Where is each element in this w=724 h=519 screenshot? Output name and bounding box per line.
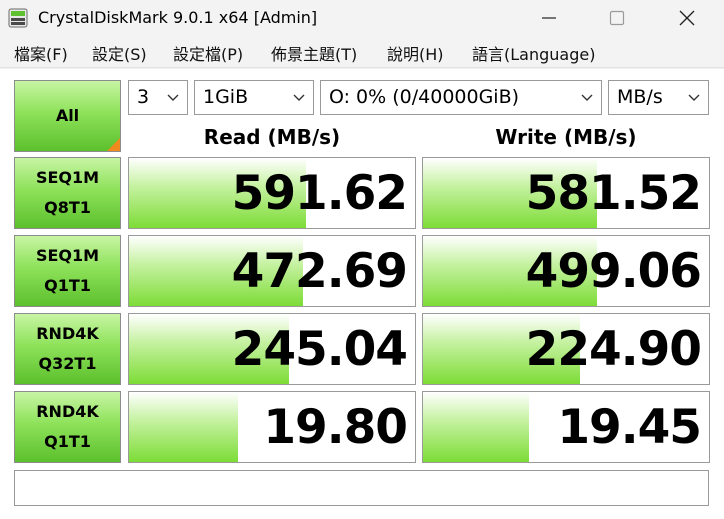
write-column-header: Write (MB/s): [495, 125, 637, 149]
unit-select[interactable]: MB/s: [608, 80, 709, 115]
test-label-line2: Q32T1: [38, 354, 97, 373]
test-label-line2: Q1T1: [44, 432, 91, 451]
minimize-button[interactable]: [526, 0, 572, 36]
test-button-seq1m-q1t1[interactable]: SEQ1M Q1T1: [14, 235, 121, 307]
test-label-line2: Q1T1: [44, 276, 91, 295]
chevron-down-icon: [293, 94, 305, 101]
write-value: 581.52: [525, 166, 702, 221]
window-title: CrystalDiskMark 9.0.1 x64 [Admin]: [38, 8, 318, 27]
title-bar[interactable]: CrystalDiskMark 9.0.1 x64 [Admin]: [0, 0, 724, 36]
read-result: 245.04: [128, 313, 416, 385]
main-panel: All 3 1GiB O: 0% (0/40000GiB) MB/s Read …: [0, 69, 724, 519]
test-button-seq1m-q8t1[interactable]: SEQ1M Q8T1: [14, 157, 121, 229]
menu-bar: 檔案(F) 設定(S) 設定檔(P) 佈景主題(T) 說明(H) 語言(Lang…: [0, 36, 724, 68]
count-value: 3: [137, 86, 150, 108]
menu-file[interactable]: 檔案(F): [14, 41, 68, 65]
test-label-line2: Q8T1: [44, 198, 91, 217]
close-icon: [679, 10, 695, 26]
chevron-down-icon: [581, 94, 593, 101]
all-button-label: All: [55, 106, 80, 125]
test-button-rnd4k-q1t1[interactable]: RND4K Q1T1: [14, 391, 121, 463]
test-label-line1: RND4K: [36, 402, 99, 421]
read-value: 591.62: [231, 166, 408, 221]
read-result: 591.62: [128, 157, 416, 229]
write-result: 581.52: [422, 157, 710, 229]
minimize-icon: [542, 17, 556, 19]
size-select[interactable]: 1GiB: [194, 80, 314, 115]
write-value: 224.90: [525, 322, 702, 377]
menu-language[interactable]: 語言(Language): [472, 41, 595, 65]
read-value: 245.04: [231, 322, 408, 377]
menu-help[interactable]: 說明(H): [387, 41, 444, 65]
app-icon: [8, 8, 28, 28]
chevron-down-icon: [167, 94, 179, 101]
drive-select[interactable]: O: 0% (0/40000GiB): [320, 80, 602, 115]
count-select[interactable]: 3: [128, 80, 188, 115]
read-result: 472.69: [128, 235, 416, 307]
menu-settings[interactable]: 設定(S): [92, 41, 147, 65]
write-value: 19.45: [557, 400, 702, 455]
menu-theme[interactable]: 佈景主題(T): [271, 41, 357, 65]
chevron-down-icon: [688, 94, 700, 101]
maximize-icon: [609, 10, 625, 26]
write-result: 224.90: [422, 313, 710, 385]
all-button[interactable]: All: [14, 80, 121, 152]
read-progress-bar: [129, 392, 238, 462]
drive-value: O: 0% (0/40000GiB): [329, 86, 520, 108]
unit-value: MB/s: [617, 86, 663, 108]
test-button-rnd4k-q32t1[interactable]: RND4K Q32T1: [14, 313, 121, 385]
read-value: 472.69: [231, 244, 408, 299]
write-result: 19.45: [422, 391, 710, 463]
write-value: 499.06: [525, 244, 702, 299]
write-progress-bar: [423, 392, 529, 462]
comment-field[interactable]: [14, 470, 709, 506]
size-value: 1GiB: [203, 86, 249, 108]
test-label-line1: RND4K: [36, 324, 99, 343]
maximize-button[interactable]: [594, 0, 640, 36]
test-label-line1: SEQ1M: [35, 246, 100, 265]
test-label-line1: SEQ1M: [35, 168, 100, 187]
read-result: 19.80: [128, 391, 416, 463]
menu-profile[interactable]: 設定檔(P): [173, 41, 243, 65]
read-value: 19.80: [263, 400, 408, 455]
close-button[interactable]: [664, 0, 710, 36]
write-result: 499.06: [422, 235, 710, 307]
corner-marker: [107, 138, 120, 151]
read-column-header: Read (MB/s): [203, 125, 341, 149]
